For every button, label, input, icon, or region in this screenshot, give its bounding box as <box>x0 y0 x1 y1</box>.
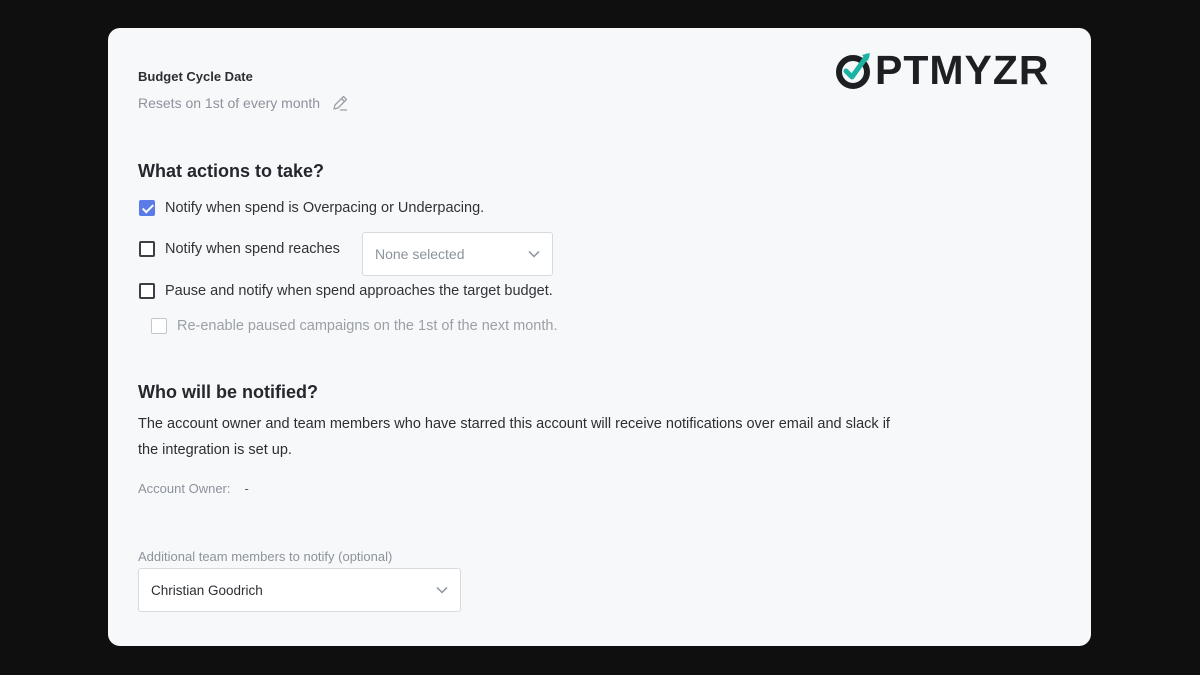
team-members-value: Christian Goodrich <box>151 582 263 598</box>
action-label: Notify when spend reaches <box>165 241 340 257</box>
notify-description: The account owner and team members who h… <box>138 416 890 458</box>
action-label: Notify when spend is Overpacing or Under… <box>165 200 485 216</box>
budget-cycle-value: Resets on 1st of every month <box>138 95 321 111</box>
action-pause-notify[interactable]: Pause and notify when spend approaches t… <box>139 283 553 299</box>
action-overpacing[interactable]: Notify when spend is Overpacing or Under… <box>139 200 484 216</box>
pause-notify-checkbox[interactable] <box>139 283 155 299</box>
team-members-label: Additional team members to notify (optio… <box>138 549 393 564</box>
pencil-icon[interactable] <box>331 94 349 112</box>
budget-cycle-title: Budget Cycle Date <box>138 69 253 84</box>
account-owner-label: Account Owner: <box>138 481 231 496</box>
action-spend-reaches[interactable]: Notify when spend reaches <box>139 241 340 257</box>
budget-cycle-row: Resets on 1st of every month <box>138 94 349 112</box>
spend-reaches-checkbox[interactable] <box>139 241 155 257</box>
notify-title: Who will be notified? <box>138 382 318 402</box>
account-owner-row: Account Owner: - <box>138 481 249 496</box>
action-reenable[interactable]: Re-enable paused campaigns on the 1st of… <box>151 318 557 334</box>
action-label: Re-enable paused campaigns on the 1st of… <box>177 318 558 334</box>
actions-title: What actions to take? <box>138 161 325 181</box>
reenable-checkbox[interactable] <box>151 318 167 334</box>
logo-text: PTMYZR <box>875 46 1050 93</box>
chevron-down-icon <box>436 586 448 594</box>
chevron-down-icon <box>528 250 540 258</box>
action-label: Pause and notify when spend approaches t… <box>165 283 553 299</box>
spend-threshold-value: None selected <box>375 246 465 262</box>
spend-threshold-select[interactable]: None selected <box>362 232 553 276</box>
optmyzr-logo: PTMYZR <box>834 47 1050 93</box>
overpacing-checkbox[interactable] <box>139 200 155 216</box>
team-members-select[interactable]: Christian Goodrich <box>138 568 461 612</box>
account-owner-value: - <box>244 481 249 496</box>
settings-card: PTMYZR Budget Cycle Date Resets on 1st o… <box>108 28 1091 646</box>
check-circle-logo-icon <box>836 53 870 89</box>
